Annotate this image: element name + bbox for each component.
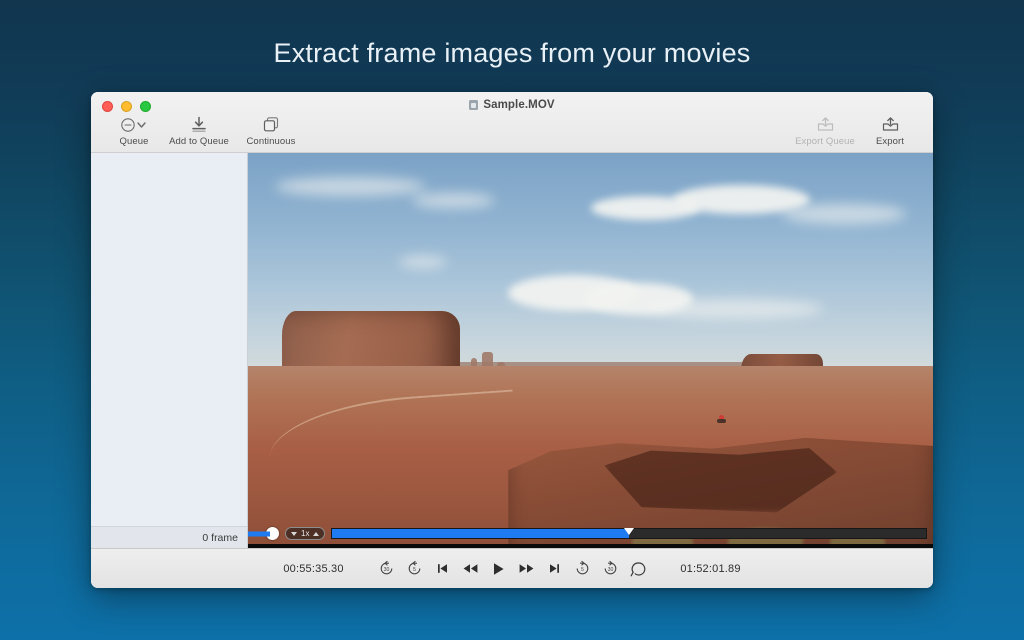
continuous-icon [262, 116, 280, 133]
toolbar-right: Export Queue Export [789, 116, 919, 147]
timeline-progress-fill [332, 529, 629, 538]
current-time-display: 00:55:35.30 [275, 563, 353, 575]
toolbar-export-label: Export [876, 136, 904, 147]
video-viewer[interactable]: 1x [248, 153, 933, 548]
app-window: Sample.MOV Queue [91, 92, 933, 588]
movie-document-icon [469, 100, 478, 110]
timeline-track[interactable] [331, 528, 927, 539]
total-time-display: 01:52:01.89 [672, 563, 750, 575]
rewind-icon[interactable] [461, 559, 480, 578]
svg-text:30: 30 [607, 567, 613, 573]
skip-back-30-icon[interactable]: 30 [377, 559, 396, 578]
toolbar-queue-button[interactable]: Queue [105, 116, 163, 147]
scrubber-row: 1x [248, 527, 933, 540]
horse-rider [719, 415, 724, 420]
loop-icon[interactable] [629, 559, 648, 578]
add-to-queue-icon [190, 116, 208, 133]
triangle-down-icon[interactable] [291, 532, 297, 536]
window-title-label: Sample.MOV [483, 99, 554, 111]
frame-count-status: 0 frame [91, 526, 247, 548]
svg-text:5: 5 [581, 567, 584, 573]
cloud [645, 299, 823, 319]
skip-forward-5-icon[interactable]: 5 [573, 559, 592, 578]
frames-list[interactable] [91, 153, 247, 526]
triangle-up-icon[interactable] [313, 532, 319, 536]
skip-back-5-icon[interactable]: 5 [405, 559, 424, 578]
cloud [399, 256, 447, 268]
export-queue-icon [816, 116, 835, 133]
toolbar-continuous-button[interactable]: Continuous [235, 116, 307, 147]
toolbar-add-to-queue-label: Add to Queue [169, 136, 229, 147]
toolbar-add-to-queue-button[interactable]: Add to Queue [163, 116, 235, 147]
svg-text:5: 5 [413, 567, 416, 573]
skip-forward-30-icon[interactable]: 30 [601, 559, 620, 578]
frames-sidebar: 0 frame [91, 153, 248, 548]
toolbar-export-button[interactable]: Export [861, 116, 919, 147]
window-titlebar: Sample.MOV Queue [91, 92, 933, 153]
page-headline: Extract frame images from your movies [0, 38, 1024, 69]
video-frame-image [248, 153, 933, 548]
toolbar-queue-label: Queue [119, 136, 148, 147]
toolbar-left: Queue Add to Queue [105, 116, 307, 147]
fast-forward-icon[interactable] [517, 559, 536, 578]
go-to-end-icon[interactable] [545, 559, 564, 578]
play-icon[interactable] [489, 559, 508, 578]
toolbar-export-queue-button[interactable]: Export Queue [789, 116, 861, 147]
scrubber-lead-rail [248, 531, 270, 536]
svg-text:30: 30 [383, 567, 389, 573]
toolbar-continuous-label: Continuous [246, 136, 295, 147]
cloud [412, 193, 494, 209]
queue-dropdown-icon [119, 116, 149, 133]
cloud [782, 204, 905, 224]
transport-bar: 00:55:35.30 30 5 [91, 548, 933, 588]
playback-speed-control[interactable]: 1x [285, 527, 325, 540]
window-body: 0 frame [91, 153, 933, 548]
timeline-playhead[interactable] [624, 528, 634, 535]
window-title: Sample.MOV [91, 99, 933, 111]
playback-speed-value: 1x [301, 529, 309, 538]
toolbar-export-queue-label: Export Queue [795, 136, 855, 147]
export-icon [881, 116, 900, 133]
letterbox-bar [248, 544, 933, 548]
go-to-start-icon[interactable] [433, 559, 452, 578]
